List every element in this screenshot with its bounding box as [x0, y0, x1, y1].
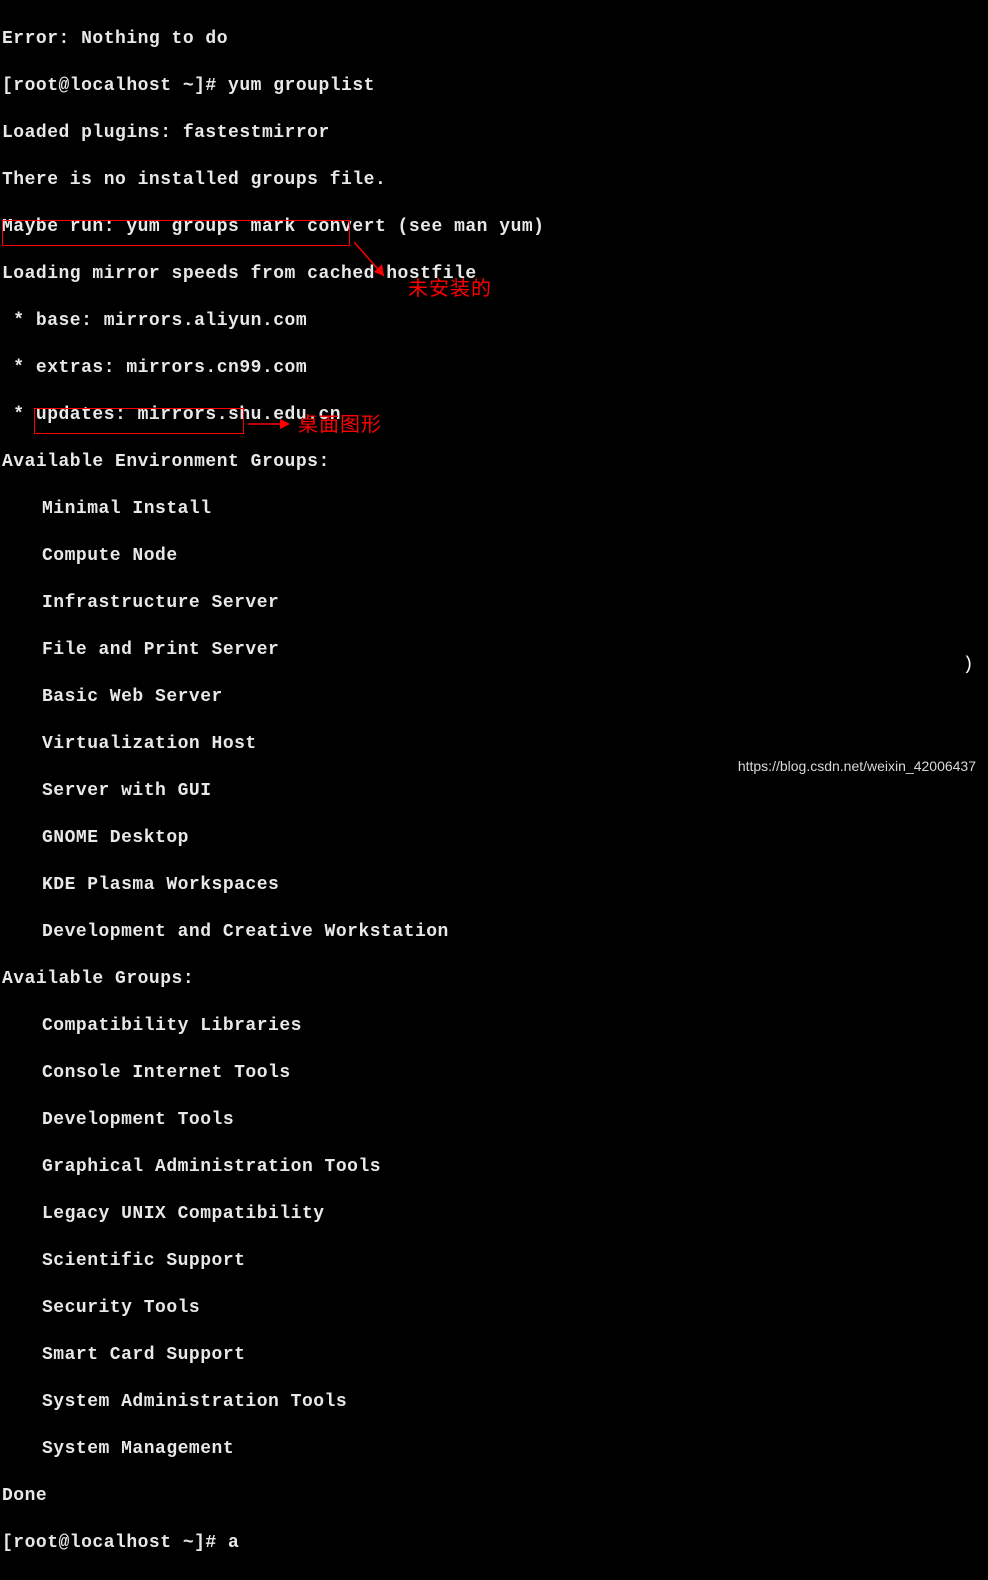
avail-group-item: Legacy UNIX Compatibility	[2, 1203, 986, 1227]
plugins-line: Loaded plugins: fastestmirror	[2, 122, 986, 146]
env-group-item: KDE Plasma Workspaces	[2, 874, 986, 898]
env-group-item: Virtualization Host	[2, 733, 986, 757]
env-group-item: Development and Creative Workstation	[2, 921, 986, 945]
avail-group-item: Graphical Administration Tools	[2, 1156, 986, 1180]
prompt-line: [root@localhost ~]# yum grouplist	[2, 75, 986, 99]
env-group-item: File and Print Server	[2, 639, 986, 663]
annotation-desktop-gui: 桌面图形	[298, 414, 382, 438]
avail-groups-header: Available Groups:	[2, 968, 986, 992]
env-group-item: Server with GUI	[2, 780, 986, 804]
mirror-extras-line: * extras: mirrors.cn99.com	[2, 357, 986, 381]
maybe-run-line: Maybe run: yum groups mark convert (see …	[2, 216, 986, 240]
avail-group-item: System Administration Tools	[2, 1391, 986, 1415]
env-group-item: Infrastructure Server	[2, 592, 986, 616]
avail-group-item: Smart Card Support	[2, 1344, 986, 1368]
env-groups-header: Available Environment Groups:	[2, 451, 986, 475]
avail-group-item: System Management	[2, 1438, 986, 1462]
env-group-item: Minimal Install	[2, 498, 986, 522]
env-group-item: Basic Web Server	[2, 686, 986, 710]
cursor-indicator: )	[963, 654, 974, 678]
annotation-not-installed: 未安装的	[408, 278, 492, 302]
env-group-item: GNOME Desktop	[2, 827, 986, 851]
mirror-updates-line: * updates: mirrors.shu.edu.cn	[2, 404, 986, 428]
loading-mirror-line: Loading mirror speeds from cached hostfi…	[2, 263, 986, 287]
avail-group-item: Scientific Support	[2, 1250, 986, 1274]
done-line: Done	[2, 1485, 986, 1509]
watermark-text: https://blog.csdn.net/weixin_42006437	[738, 755, 976, 779]
terminal-output[interactable]: Error: Nothing to do [root@localhost ~]#…	[0, 0, 988, 1580]
avail-group-item: Compatibility Libraries	[2, 1015, 986, 1039]
env-group-item: Compute Node	[2, 545, 986, 569]
no-groups-line: There is no installed groups file.	[2, 169, 986, 193]
avail-group-item: Development Tools	[2, 1109, 986, 1133]
avail-group-item: Console Internet Tools	[2, 1062, 986, 1086]
mirror-base-line: * base: mirrors.aliyun.com	[2, 310, 986, 334]
prompt-line: [root@localhost ~]# a	[2, 1532, 986, 1556]
error-line: Error: Nothing to do	[2, 28, 986, 52]
avail-group-item: Security Tools	[2, 1297, 986, 1321]
